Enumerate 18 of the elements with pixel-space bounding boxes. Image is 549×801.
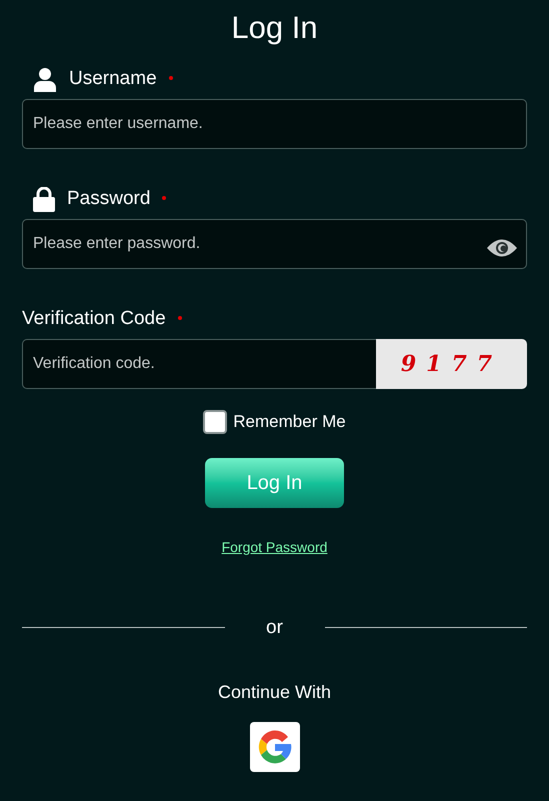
field-label: Verification Code [22, 306, 166, 331]
eye-icon[interactable] [486, 237, 518, 259]
username-input[interactable]: Please enter username. [22, 99, 527, 149]
divider-text: or [265, 616, 284, 640]
login-button[interactable]: Log In [205, 458, 344, 508]
captcha-image[interactable]: 9177 [376, 339, 527, 389]
password-input[interactable]: Please enter password. [22, 219, 527, 269]
remember-checkbox[interactable] [203, 410, 228, 434]
field-label: Password [67, 186, 150, 211]
forgot-password-link[interactable]: Forgot Password [222, 536, 328, 558]
page-title: Log In [230, 12, 319, 43]
checkbox-label: Remember Me [233, 411, 346, 433]
field-label: Username [69, 66, 157, 91]
google-button[interactable] [250, 722, 300, 772]
verification-input[interactable]: Verification code. [22, 339, 376, 389]
user-icon [33, 66, 57, 92]
continue-with-text: Continue With [218, 681, 332, 704]
lock-icon [33, 186, 55, 212]
